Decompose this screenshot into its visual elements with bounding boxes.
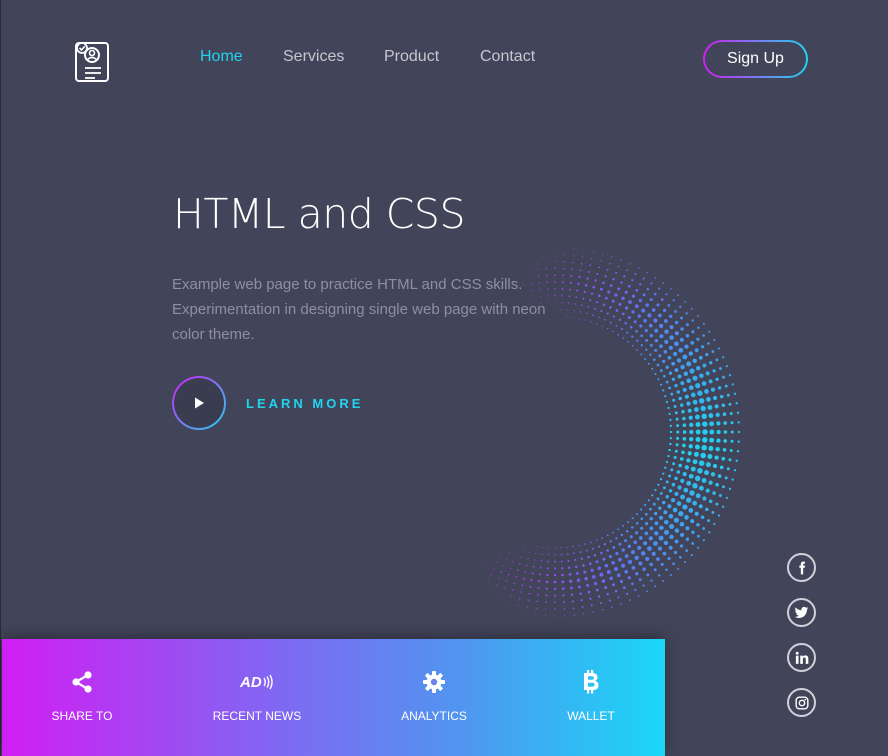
feature-bar: SHARE TO AD RECENT NEWS ANALYTICS WALLET [2,639,665,756]
wallet-item[interactable]: WALLET [541,639,641,756]
recent-news-label: RECENT NEWS [212,709,302,723]
play-icon [195,397,204,409]
gear-icon [423,671,445,693]
learn-more-link[interactable]: LEARN MORE [246,396,363,411]
share-to-item[interactable]: SHARE TO [32,639,132,756]
instagram-icon [794,695,809,710]
ad-audio-icon: AD [240,674,273,691]
share-icon [72,671,92,693]
wallet-label: WALLET [567,709,615,723]
facebook-button[interactable] [787,553,816,582]
bitcoin-icon [584,670,599,694]
svg-text:AD: AD [240,674,262,691]
recent-news-item[interactable]: AD RECENT NEWS [197,639,317,756]
analytics-label: ANALYTICS [401,709,467,723]
share-to-label: SHARE TO [51,709,113,723]
analytics-item[interactable]: ANALYTICS [384,639,484,756]
linkedin-button[interactable] [787,643,816,672]
facebook-icon [798,561,805,574]
hero-description: Example web page to practice HTML and CS… [172,276,546,343]
instagram-button[interactable] [787,688,816,717]
hero-title: HTML and CSS [173,190,465,238]
play-button[interactable] [172,376,226,430]
twitter-icon [794,606,809,618]
linkedin-icon [795,651,808,664]
twitter-button[interactable] [787,598,816,627]
